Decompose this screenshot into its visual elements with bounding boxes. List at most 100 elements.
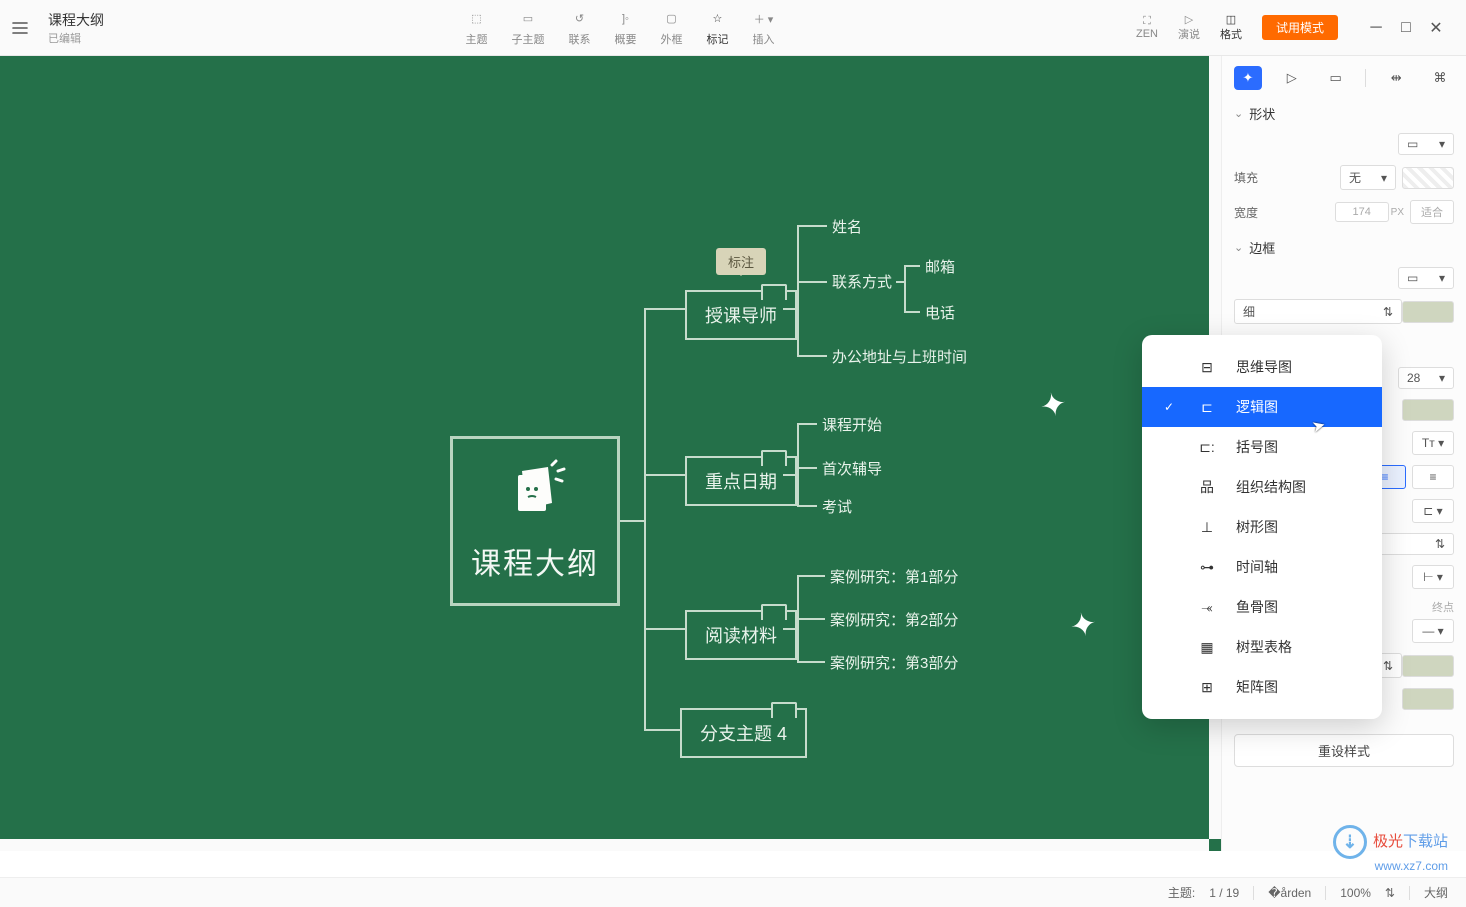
document-title-area: 课程大纲 已编辑 xyxy=(48,10,104,46)
status-zoom[interactable]: 100% xyxy=(1340,886,1371,900)
panel-tabs: ✦ ▷ ▭ ⇹ ⌘ xyxy=(1234,66,1454,90)
mindmap-struct-icon: ⊟ xyxy=(1196,359,1218,376)
connector xyxy=(797,661,825,663)
connector xyxy=(797,225,799,356)
bracket-struct-icon: ⊏: xyxy=(1196,439,1218,456)
leaf-firstcoach[interactable]: 首次辅导 xyxy=(822,458,882,479)
popup-item-bracket[interactable]: ⊏:括号图 xyxy=(1142,427,1382,467)
branch-subtopic4[interactable]: 分支主题 4 xyxy=(680,708,807,758)
leaf-name[interactable]: 姓名 xyxy=(832,216,862,237)
connector xyxy=(644,729,680,731)
line-color-swatch[interactable] xyxy=(1402,655,1454,677)
width-input[interactable] xyxy=(1335,202,1389,222)
tool-subtopic[interactable]: ▭子主题 xyxy=(511,9,544,47)
summary-icon: ]◦ xyxy=(622,9,629,29)
mindmap-canvas[interactable]: 课程大纲 标注 授课导师 姓名 联系方式 办公地址与上班时间 邮箱 电话 重点日… xyxy=(0,56,1221,851)
leaf-start[interactable]: 课程开始 xyxy=(822,414,882,435)
leaf-office[interactable]: 办公地址与上班时间 xyxy=(832,346,967,367)
root-node[interactable]: 课程大纲 xyxy=(450,436,620,606)
connector xyxy=(644,628,685,630)
fit-button[interactable]: 适合 xyxy=(1410,200,1454,224)
popup-item-mindmap[interactable]: ⊟思维导图 xyxy=(1142,347,1382,387)
topic-icon: ⬚ xyxy=(471,9,481,29)
section-border[interactable]: 边框 xyxy=(1234,238,1454,257)
status-outline[interactable]: 大纲 xyxy=(1424,884,1448,901)
connector xyxy=(644,308,685,310)
minimize-button[interactable]: ─ xyxy=(1370,22,1382,34)
branch-dates[interactable]: 重点日期 xyxy=(685,456,797,506)
maximize-button[interactable]: □ xyxy=(1400,22,1412,34)
panel-tab-play[interactable]: ▷ xyxy=(1278,66,1306,90)
leaf-case2[interactable]: 案例研究：第2部分 xyxy=(830,609,958,630)
tool-format[interactable]: ◫格式 xyxy=(1220,13,1242,42)
panel-tab-style[interactable]: ✦ xyxy=(1234,66,1262,90)
panel-tab-collapse[interactable]: ⇹ xyxy=(1382,66,1410,90)
panel-tab-card[interactable]: ▭ xyxy=(1322,66,1350,90)
horizontal-scrollbar[interactable] xyxy=(0,839,1209,851)
popup-item-tree[interactable]: ⊥树形图 xyxy=(1142,507,1382,547)
popup-item-orgchart[interactable]: 品组织结构图 xyxy=(1142,467,1382,507)
connector xyxy=(797,505,817,507)
leaf-exam[interactable]: 考试 xyxy=(822,496,852,517)
font-size-selector[interactable]: 28▾ xyxy=(1398,367,1454,389)
tool-zen[interactable]: ⛶ZEN xyxy=(1136,15,1158,40)
text-color-swatch[interactable] xyxy=(1402,399,1454,421)
leaf-case1[interactable]: 案例研究：第1部分 xyxy=(830,566,958,587)
map-icon[interactable]: �ården xyxy=(1268,886,1311,900)
hamburger-menu[interactable] xyxy=(0,19,40,37)
structure-popup-menu: ⊟思维导图 ✓⊏逻辑图 ⊏:括号图 品组织结构图 ⊥树形图 ⊶时间轴 ⤛鱼骨图 … xyxy=(1142,335,1382,719)
leaf-email[interactable]: 邮箱 xyxy=(925,256,955,277)
root-label: 课程大纲 xyxy=(471,539,599,583)
connector xyxy=(797,355,827,357)
border-color-swatch[interactable] xyxy=(1402,301,1454,323)
branch-style-button[interactable]: ⊢ ▾ xyxy=(1412,565,1454,589)
shape-selector[interactable]: ▭ ▾ xyxy=(1398,133,1454,155)
section-shape[interactable]: 形状 xyxy=(1234,104,1454,123)
popup-item-logic[interactable]: ✓⊏逻辑图 xyxy=(1142,387,1382,427)
border-style-selector[interactable]: ▭ ▾ xyxy=(1398,267,1454,289)
status-bar: 主题: 1 / 19 �ården 100% ⇅ 大纲 xyxy=(0,877,1466,907)
fill-selector[interactable]: 无▾ xyxy=(1340,165,1396,190)
window-controls: ─ □ ✕ xyxy=(1358,22,1454,34)
watermark-logo-icon: ⇣ xyxy=(1333,825,1367,859)
reset-style-button[interactable]: 重设样式 xyxy=(1234,734,1454,767)
tool-topic[interactable]: ⬚主题 xyxy=(465,9,487,47)
tool-relation[interactable]: ↺联系 xyxy=(568,9,590,47)
tool-present[interactable]: ▷演说 xyxy=(1178,13,1200,42)
callout-note[interactable]: 标注 xyxy=(716,248,766,275)
subtopic-icon: ▭ xyxy=(523,9,533,29)
border-weight-selector[interactable]: 细⇅ xyxy=(1234,299,1402,324)
connector xyxy=(797,281,827,283)
leaf-contact[interactable]: 联系方式 xyxy=(832,271,892,292)
fill-swatch[interactable] xyxy=(1402,167,1454,189)
structure-button[interactable]: ⊏ ▾ xyxy=(1412,499,1454,523)
leaf-phone[interactable]: 电话 xyxy=(925,302,955,323)
treetable-struct-icon: ▦ xyxy=(1196,639,1218,656)
popup-item-treetable[interactable]: ▦树型表格 xyxy=(1142,627,1382,667)
orgchart-struct-icon: 品 xyxy=(1196,477,1218,497)
tool-insert[interactable]: ＋ ▾插入 xyxy=(752,9,774,47)
panel-tab-knot[interactable]: ⌘ xyxy=(1426,66,1454,90)
close-button[interactable]: ✕ xyxy=(1430,22,1442,34)
connector xyxy=(783,628,797,630)
connector xyxy=(904,265,920,267)
text-case-button[interactable]: Tᴛ ▾ xyxy=(1412,431,1454,455)
connector xyxy=(783,474,797,476)
timeline-struct-icon: ⊶ xyxy=(1196,559,1218,576)
width-unit: PX xyxy=(1391,207,1404,218)
tool-boundary[interactable]: ▢外框 xyxy=(660,9,682,47)
popup-item-fishbone[interactable]: ⤛鱼骨图 xyxy=(1142,587,1382,627)
leaf-case3[interactable]: 案例研究：第3部分 xyxy=(830,652,958,673)
popup-item-matrix[interactable]: ⊞矩阵图 xyxy=(1142,667,1382,707)
branch-instructor[interactable]: 授课导师 xyxy=(685,290,797,340)
tool-summary[interactable]: ]◦概要 xyxy=(614,9,636,47)
endpoint-selector[interactable]: — ▾ xyxy=(1412,619,1454,643)
watermark: ⇣极光下载站 www.xz7.com xyxy=(1333,825,1448,873)
tool-marker[interactable]: ☆标记 xyxy=(706,9,728,47)
branch-reading[interactable]: 阅读材料 xyxy=(685,610,797,660)
popup-item-timeline[interactable]: ⊶时间轴 xyxy=(1142,547,1382,587)
zen-icon: ⛶ xyxy=(1143,15,1151,28)
align-right-button[interactable]: ≡ xyxy=(1412,465,1454,489)
trial-mode-button[interactable]: 试用模式 xyxy=(1262,15,1338,40)
rainbow-swatch[interactable] xyxy=(1402,688,1454,710)
